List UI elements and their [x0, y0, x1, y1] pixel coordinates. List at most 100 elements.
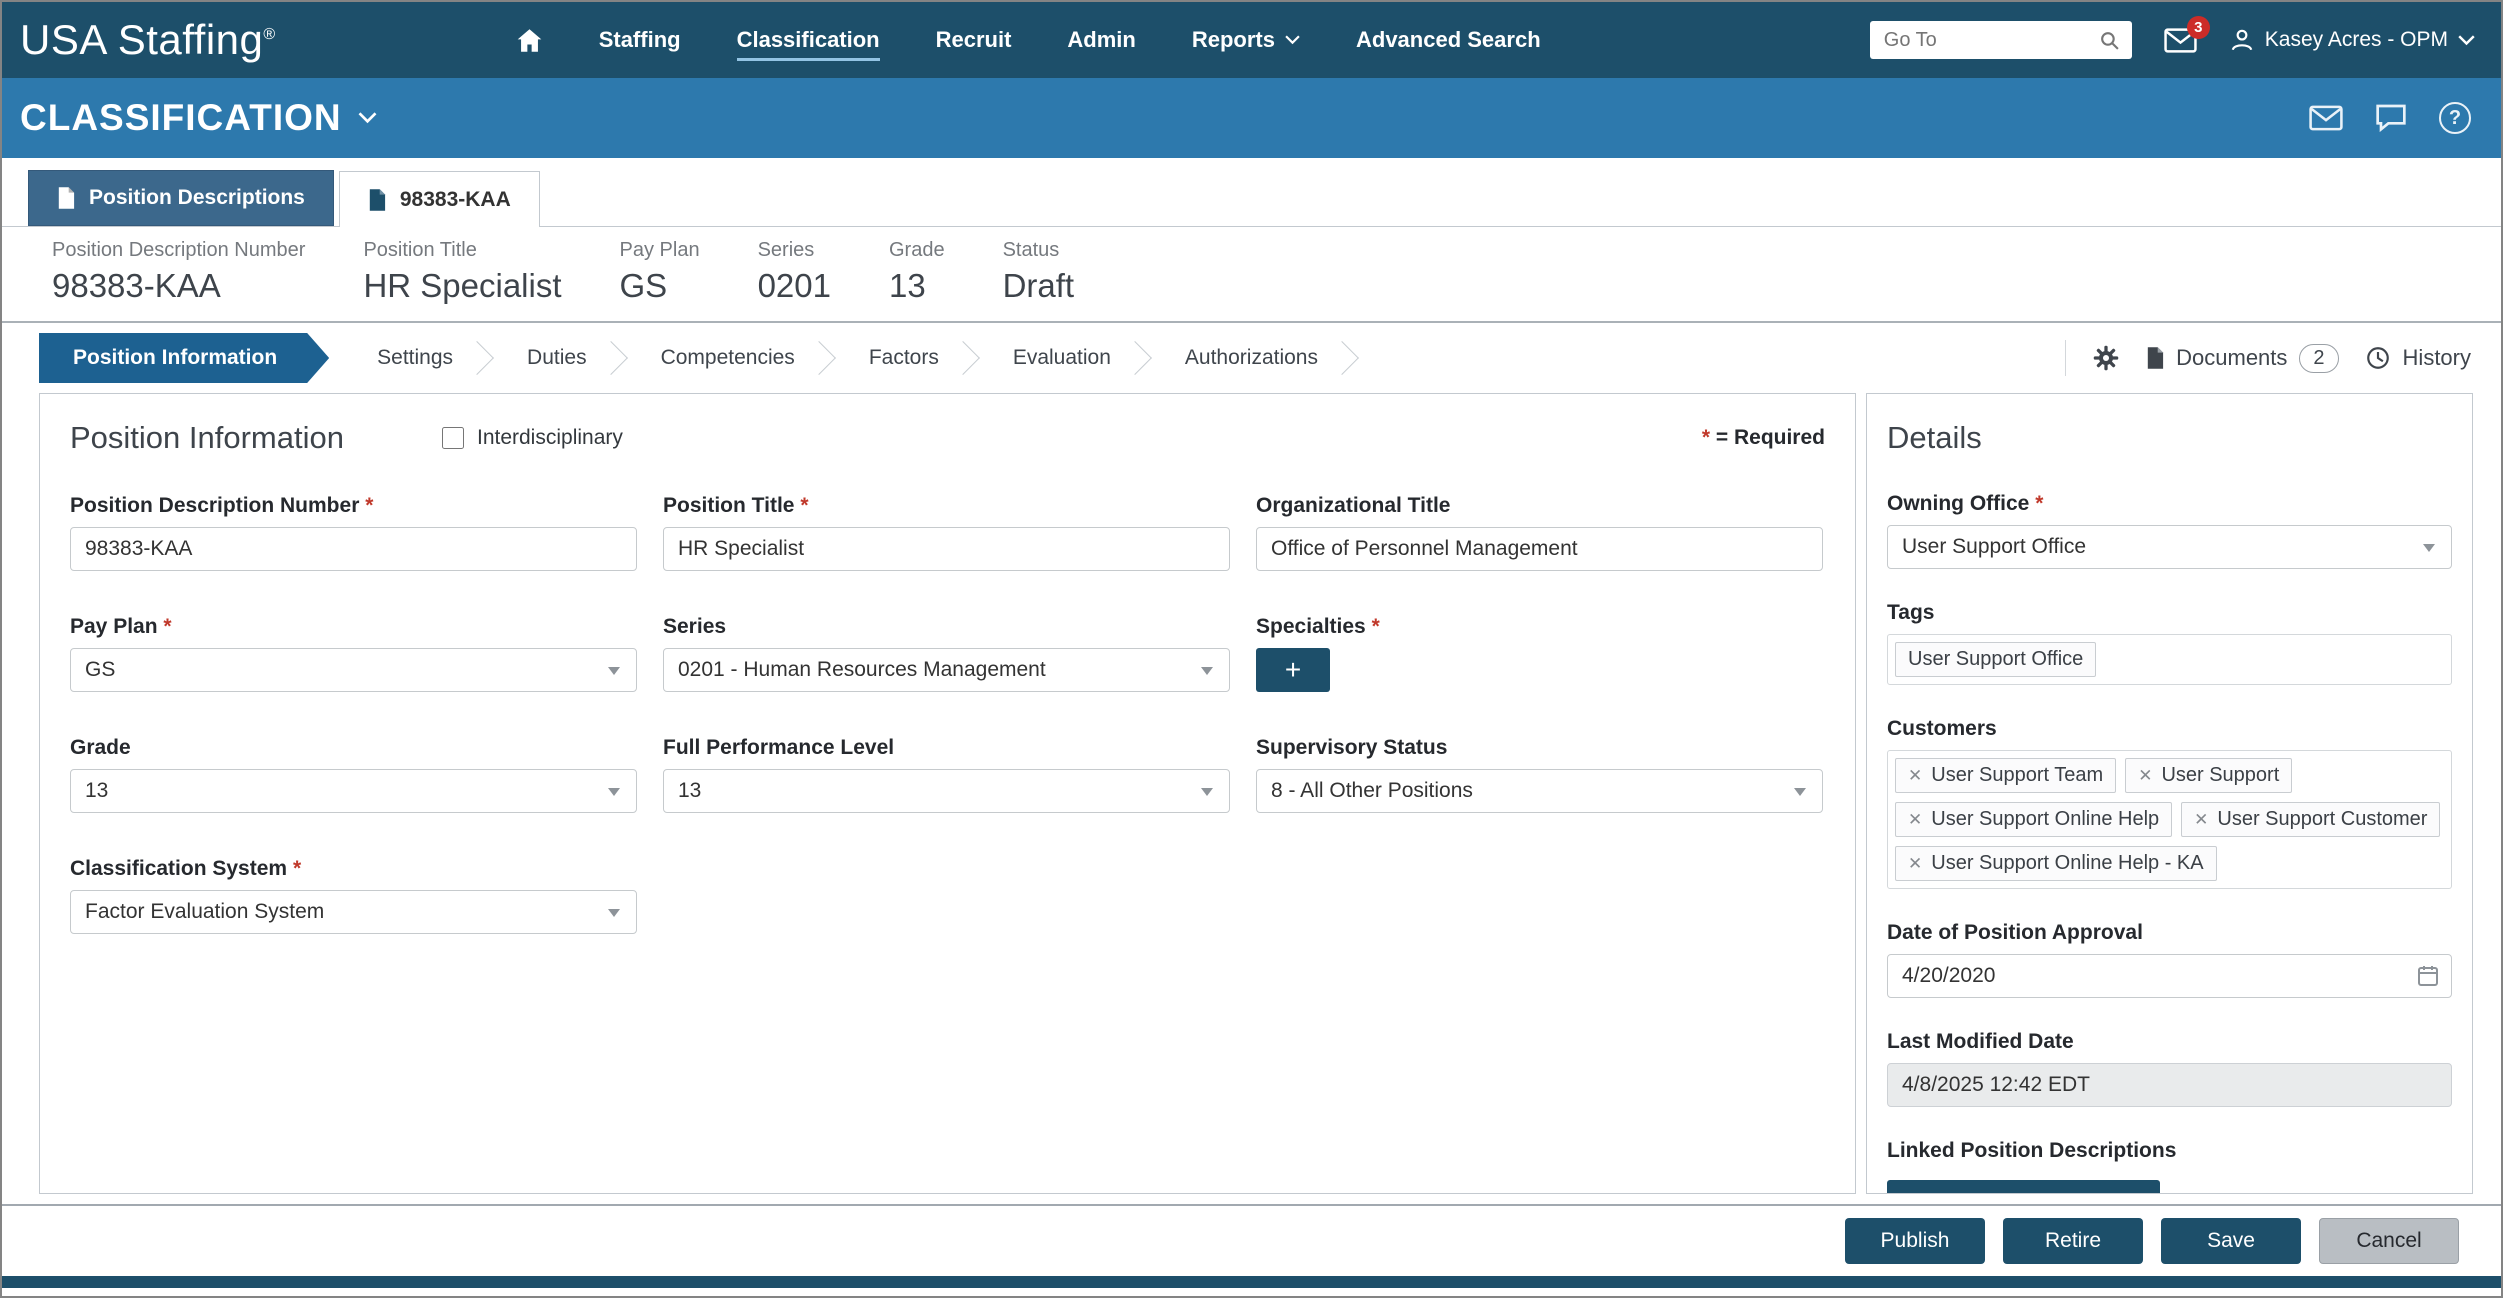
customer-chip-label: User Support Online Help - KA — [1931, 852, 2203, 875]
nav-item-reports-label: Reports — [1192, 27, 1275, 53]
field-tags: Tags User Support Office — [1887, 601, 2452, 685]
step-position-information[interactable]: Position Information — [39, 333, 329, 383]
cancel-button[interactable]: Cancel — [2319, 1218, 2459, 1264]
required-asterisk: * — [800, 494, 808, 517]
series-select[interactable]: 0201 - Human Resources Management — [663, 648, 1230, 692]
tab-position-descriptions[interactable]: Position Descriptions — [28, 170, 334, 226]
step-duties[interactable]: Duties — [499, 333, 633, 383]
owning-office-select[interactable]: User Support Office — [1887, 525, 2452, 569]
step-competencies[interactable]: Competencies — [633, 333, 841, 383]
retire-button[interactable]: Retire — [2003, 1218, 2143, 1264]
envelope-icon[interactable] — [2309, 105, 2343, 131]
selected-value: 8 - All Other Positions — [1271, 779, 1473, 803]
customer-chip: ✕ User Support Online Help — [1895, 802, 2172, 837]
organizational-title-input[interactable] — [1256, 527, 1823, 571]
required-note: * = Required — [1702, 426, 1825, 450]
remove-chip-icon[interactable]: ✕ — [2194, 810, 2208, 830]
nav-item-staffing[interactable]: Staffing — [599, 19, 681, 61]
details-panel: Details Owning Office * User Support Off… — [1866, 393, 2473, 1194]
step-authorizations[interactable]: Authorizations — [1157, 333, 1364, 383]
field-pay-plan: Pay Plan * GS — [70, 615, 637, 692]
help-icon[interactable]: ? — [2439, 102, 2471, 134]
panel-title: Position Information — [70, 420, 344, 456]
selected-value: 0201 - Human Resources Management — [678, 658, 1046, 682]
field-linked-position-descriptions: Linked Position Descriptions Link Positi… — [1887, 1139, 2452, 1194]
summary-value: HR Specialist — [363, 267, 561, 305]
classification-system-select[interactable]: Factor Evaluation System — [70, 890, 637, 934]
history-label: History — [2403, 345, 2471, 371]
history-button[interactable]: History — [2365, 345, 2471, 371]
interdisciplinary-checkbox[interactable] — [442, 427, 464, 449]
customer-chip-label: User Support Online Help — [1931, 808, 2159, 831]
date-picker-wrap — [1887, 954, 2452, 998]
summary-value: GS — [620, 267, 700, 305]
position-description-number-input[interactable] — [70, 527, 637, 571]
field-label: Pay Plan * — [70, 615, 637, 639]
field-customers: Customers ✕User Support Team ✕User Suppo… — [1887, 717, 2452, 889]
nav-item-admin[interactable]: Admin — [1067, 19, 1135, 61]
summary-label: Position Description Number — [52, 239, 305, 262]
user-menu[interactable]: Kasey Acres - OPM — [2229, 27, 2475, 53]
chat-icon[interactable] — [2375, 103, 2407, 133]
tags-box[interactable]: User Support Office — [1887, 634, 2452, 685]
position-title-input[interactable] — [663, 527, 1230, 571]
details-title: Details — [1887, 420, 2452, 456]
history-clock-icon — [2365, 345, 2391, 371]
field-label: Grade — [70, 736, 637, 760]
home-icon[interactable] — [516, 20, 543, 61]
required-note-text: = Required — [1716, 426, 1825, 449]
link-position-description-button[interactable]: Link Position Description — [1887, 1180, 2160, 1194]
tab-record-98383-kaa[interactable]: 98383-KAA — [339, 171, 540, 227]
calendar-icon[interactable] — [2416, 964, 2440, 988]
field-label: Full Performance Level — [663, 736, 1230, 760]
last-modified-date-value — [1887, 1063, 2452, 1107]
documents-button[interactable]: Documents 2 — [2146, 344, 2338, 373]
publish-button[interactable]: Publish — [1845, 1218, 1985, 1264]
nav-item-advanced-search[interactable]: Advanced Search — [1356, 19, 1541, 61]
full-performance-level-select[interactable]: 13 — [663, 769, 1230, 813]
required-asterisk: * — [1372, 615, 1380, 638]
remove-chip-icon[interactable]: ✕ — [2138, 766, 2152, 786]
settings-gear-button[interactable] — [2092, 344, 2120, 372]
field-full-performance-level: Full Performance Level 13 — [663, 736, 1230, 813]
position-summary: Position Description Number 98383-KAA Po… — [2, 226, 2501, 323]
app-logo[interactable]: USA Staffing® — [20, 16, 276, 64]
summary-position-title: Position Title HR Specialist — [363, 239, 561, 305]
date-of-position-approval-input[interactable] — [1887, 954, 2452, 998]
step-factors[interactable]: Factors — [841, 333, 985, 383]
remove-chip-icon[interactable]: ✕ — [1908, 810, 1922, 830]
steps-toolbar: Documents 2 History — [2065, 340, 2471, 376]
nav-item-classification[interactable]: Classification — [737, 19, 880, 61]
grade-select[interactable]: 13 — [70, 769, 637, 813]
supervisory-status-select[interactable]: 8 - All Other Positions — [1256, 769, 1823, 813]
footer-action-bar: Publish Retire Save Cancel — [2, 1204, 2501, 1276]
customer-chip: ✕User Support Customer — [2181, 802, 2440, 837]
summary-value: 13 — [889, 267, 945, 305]
add-specialty-button[interactable]: + — [1256, 648, 1330, 692]
remove-chip-icon[interactable]: ✕ — [1908, 854, 1922, 874]
search-icon[interactable] — [2099, 30, 2120, 51]
required-asterisk: * — [1702, 426, 1710, 449]
nav-item-reports[interactable]: Reports — [1192, 19, 1300, 61]
field-label: Position Title * — [663, 494, 1230, 518]
field-label: Supervisory Status — [1256, 736, 1823, 760]
field-label: Organizational Title — [1256, 494, 1823, 518]
classification-menu[interactable]: CLASSIFICATION — [20, 97, 377, 139]
save-button[interactable]: Save — [2161, 1218, 2301, 1264]
field-label: Owning Office * — [1887, 492, 2452, 516]
goto-search-input[interactable] — [1870, 21, 2132, 59]
selected-value: GS — [85, 658, 115, 682]
app-bar: CLASSIFICATION ? — [2, 78, 2501, 158]
customers-box[interactable]: ✕User Support Team ✕User Support ✕User S… — [1887, 750, 2452, 889]
pay-plan-select[interactable]: GS — [70, 648, 637, 692]
step-settings[interactable]: Settings — [349, 333, 499, 383]
remove-chip-icon[interactable]: ✕ — [1908, 766, 1922, 786]
chevron-down-icon — [2458, 35, 2475, 46]
nav-item-recruit[interactable]: Recruit — [936, 19, 1012, 61]
selected-value: 13 — [85, 779, 108, 803]
bottom-accent-strip — [2, 1276, 2501, 1288]
step-evaluation[interactable]: Evaluation — [985, 333, 1157, 383]
divider — [2065, 340, 2066, 376]
field-position-description-number: Position Description Number * — [70, 494, 637, 571]
notifications-mail-button[interactable]: 3 — [2164, 28, 2197, 53]
